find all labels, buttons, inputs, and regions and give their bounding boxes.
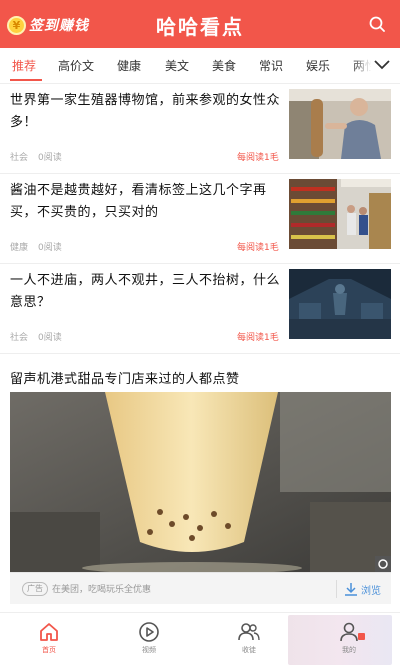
news-category: 健康 <box>10 243 29 253</box>
ad-image[interactable] <box>10 392 391 572</box>
category-tabs: 推荐 高价文 健康 美文 美食 常识 娱乐 两性 <box>0 48 400 84</box>
top-header: ¥ 签到赚钱 哈哈看点 <box>0 0 400 48</box>
news-category: 社会 <box>10 333 29 343</box>
ad-bar: 广告 在美团，吃喝玩乐全优惠 浏览 <box>10 572 391 604</box>
news-reads: 0阅读 <box>38 243 62 253</box>
nav-mine[interactable]: 我的 <box>319 621 379 655</box>
news-meta: 社会 0阅读 <box>10 330 62 343</box>
news-reward: 每阅读1毛 <box>237 333 279 343</box>
news-item[interactable]: 世界第一家生殖器博物馆，前来参观的女性众多！ 社会 0阅读 每阅读1毛 <box>0 84 400 174</box>
nav-apprentice[interactable]: 收徒 <box>219 621 279 655</box>
news-meta: 健康 0阅读 <box>10 240 62 253</box>
tab-essays[interactable]: 美文 <box>165 57 189 74</box>
profile-icon <box>340 622 358 642</box>
nav-home[interactable]: 首页 <box>19 621 79 655</box>
news-reads: 0阅读 <box>38 333 62 343</box>
news-item[interactable]: 一人不进庙，两人不观井，三人不抬树，什么意思？ 社会 0阅读 每阅读1毛 <box>0 264 400 354</box>
news-thumbnail[interactable] <box>289 269 391 339</box>
news-item[interactable]: 酱油不是越贵越好，看清标签上这几个字再买，不买贵的，只买对的 健康 0阅读 每阅读… <box>0 174 400 264</box>
bottom-nav: 首页 视频 收徒 我的 <box>0 612 400 666</box>
tab-high-price[interactable]: 高价文 <box>58 57 94 74</box>
nav-apprentice-label: 收徒 <box>242 646 256 654</box>
ad-divider <box>336 580 337 598</box>
notification-badge <box>358 633 365 640</box>
play-icon <box>139 622 159 642</box>
nav-video[interactable]: 视频 <box>119 621 179 655</box>
news-category: 社会 <box>10 153 29 163</box>
active-tab-indicator <box>10 79 42 81</box>
ad-title[interactable]: 留声机港式甜品专门店来过的人都点赞 <box>10 368 240 387</box>
nav-home-label: 首页 <box>42 646 56 654</box>
nav-video-label: 视频 <box>142 646 156 654</box>
ad-tag: 广告 <box>22 582 48 596</box>
search-icon[interactable] <box>368 15 386 33</box>
tab-food[interactable]: 美食 <box>212 57 236 74</box>
browse-button[interactable]: 浏览 <box>344 580 381 598</box>
home-icon <box>40 623 58 641</box>
news-thumbnail[interactable] <box>289 179 391 249</box>
nav-mine-label: 我的 <box>342 646 356 654</box>
ad-description: 在美团，吃喝玩乐全优惠 <box>52 585 152 595</box>
download-icon <box>345 583 357 596</box>
chevron-down-icon[interactable] <box>373 56 391 74</box>
news-thumbnail[interactable] <box>289 89 391 159</box>
news-title[interactable]: 酱油不是越贵越好，看清标签上这几个字再买，不买贵的，只买对的 <box>10 180 282 224</box>
tab-recommend[interactable]: 推荐 <box>12 57 36 74</box>
tab-knowledge[interactable]: 常识 <box>259 57 283 74</box>
news-reward: 每阅读1毛 <box>237 243 279 253</box>
news-title[interactable]: 世界第一家生殖器博物馆，前来参观的女性众多！ <box>10 90 282 134</box>
app-title: 哈哈看点 <box>156 15 244 39</box>
browse-label: 浏览 <box>361 585 381 597</box>
tab-health[interactable]: 健康 <box>117 57 141 74</box>
users-icon <box>238 623 260 641</box>
news-reads: 0阅读 <box>38 153 62 163</box>
news-title[interactable]: 一人不进庙，两人不观井，三人不抬树，什么意思？ <box>10 270 282 314</box>
tab-entertainment[interactable]: 娱乐 <box>306 57 330 74</box>
news-reward: 每阅读1毛 <box>237 153 279 163</box>
news-meta: 社会 0阅读 <box>10 150 62 163</box>
